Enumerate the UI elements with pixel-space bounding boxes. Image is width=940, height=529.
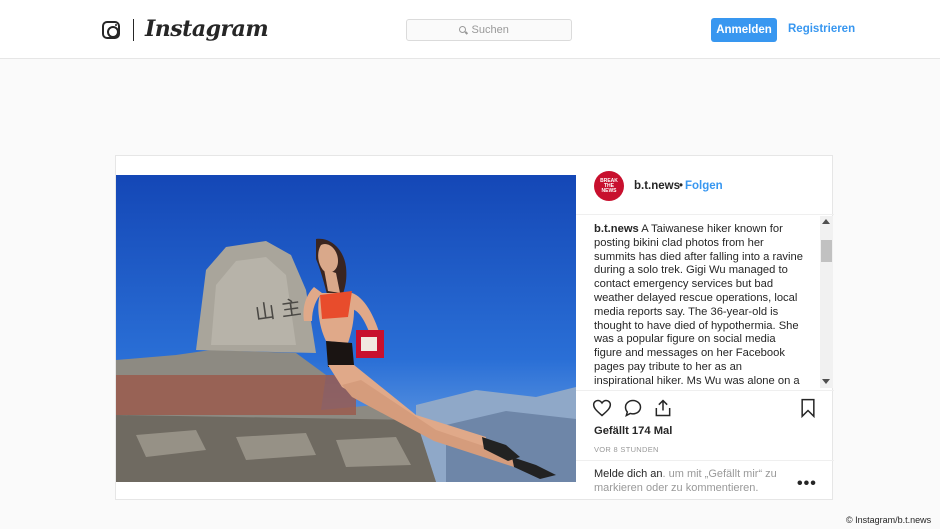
caption-scrollbar[interactable]: [820, 216, 833, 388]
search-box[interactable]: [406, 19, 572, 41]
instagram-camera-icon[interactable]: [102, 21, 120, 39]
login-link[interactable]: Melde dich an: [594, 468, 663, 480]
login-prompt: Melde dich an. um mit „Gefällt mir“ zu m…: [576, 460, 834, 501]
caption-text: A Taiwanese hiker known for posting biki…: [594, 223, 803, 389]
bookmark-icon[interactable]: [798, 398, 818, 418]
top-bar: Instagram Anmelden Registrieren: [0, 0, 940, 59]
post-author-header: BREAK THE NEWS b.t.news • Folgen: [576, 156, 834, 215]
login-button[interactable]: Anmelden: [711, 18, 777, 42]
photo-credit: © Instagram/b.t.news: [846, 515, 932, 525]
post-timestamp[interactable]: VOR 8 STUNDEN: [594, 445, 659, 454]
header-divider: [133, 19, 134, 41]
post-actions: [576, 390, 834, 422]
scroll-up-arrow-icon[interactable]: [822, 219, 830, 224]
post-sidebar: BREAK THE NEWS b.t.news • Folgen b.t.new…: [576, 156, 834, 501]
separator-dot: •: [679, 180, 684, 192]
caption-username-link[interactable]: b.t.news: [594, 223, 639, 235]
author-username-link[interactable]: b.t.news: [634, 180, 680, 192]
search-icon: [458, 25, 468, 35]
more-options-icon[interactable]: •••: [797, 475, 817, 493]
login-prompt-text: Melde dich an. um mit „Gefällt mir“ zu m…: [594, 467, 794, 495]
heart-icon[interactable]: [592, 398, 612, 418]
scroll-thumb[interactable]: [821, 240, 832, 262]
author-avatar[interactable]: BREAK THE NEWS: [594, 171, 624, 201]
search-input[interactable]: [471, 24, 520, 36]
like-count[interactable]: Gefällt 174 Mal: [594, 425, 672, 437]
post-card: 山 主 BREAK THE NEWS b.t.news • Folgen b.t…: [115, 155, 834, 501]
photo-scene: 山 主: [116, 175, 576, 482]
share-icon[interactable]: [653, 398, 673, 418]
comment-icon[interactable]: [623, 398, 643, 418]
post-photo: 山 主: [116, 175, 576, 482]
follow-button[interactable]: Folgen: [685, 180, 723, 192]
caption: b.t.news A Taiwanese hiker known for pos…: [594, 223, 804, 389]
avatar-text-line: NEWS: [601, 187, 617, 194]
register-link[interactable]: Registrieren: [788, 23, 855, 35]
instagram-wordmark[interactable]: Instagram: [145, 16, 269, 42]
scroll-down-arrow-icon[interactable]: [822, 379, 830, 384]
